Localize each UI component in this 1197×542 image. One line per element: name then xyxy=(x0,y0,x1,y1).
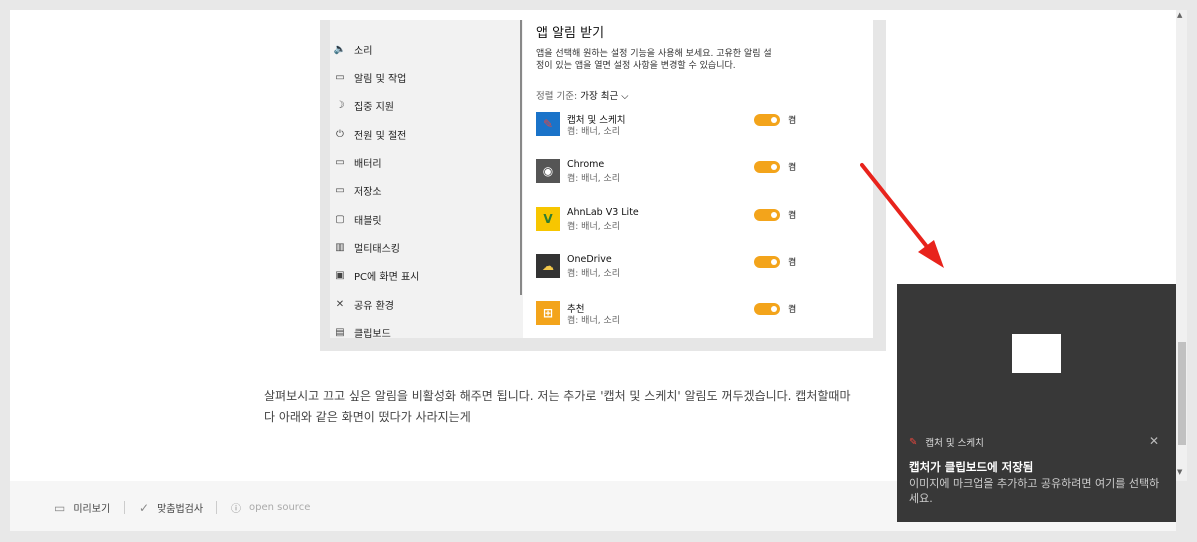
sidebar-item[interactable]: ▭ 배터리 xyxy=(330,152,382,172)
embedded-screenshot: 🔈 소리 ▭ 알림 및 작업 ☽ 집중 지원 ⏻ 전원 및 절전 ▭ 배터리 ▭ 저장소 ▢ 태블릿 ▥ 멀티… xyxy=(320,20,886,351)
sidebar-item[interactable]: ▢ 태블릿 xyxy=(330,209,382,229)
app-notification-summary: 켬: 배너, 소리 xyxy=(567,222,621,232)
toast-app-name: 캡처 및 스케치 xyxy=(925,438,984,449)
app-notification-row[interactable]: ☁ OneDrive 켬: 배너, 소리 켬 xyxy=(536,252,866,282)
sidebar-item[interactable]: ⏻ 전원 및 절전 xyxy=(330,124,406,144)
sidebar-item-label: 집중 지원 xyxy=(354,101,394,113)
sort-value[interactable]: 가장 최근 ⌵ xyxy=(580,91,628,102)
sidebar-item-label: 클립보드 xyxy=(354,328,391,340)
bottom-bar-divider xyxy=(124,501,125,514)
toggle-state-label: 켬 xyxy=(788,258,797,268)
sidebar-item[interactable]: ☽ 집중 지원 xyxy=(330,95,394,115)
spellcheck-label: 맞춤법검사 xyxy=(157,504,204,515)
onedrive-icon: ☁ xyxy=(536,254,560,278)
info-icon: ⓘ xyxy=(231,504,241,515)
toggle-state-label: 켬 xyxy=(788,116,797,126)
toast-app-header: ✎ 캡처 및 스케치 xyxy=(909,435,984,450)
sidebar-scrollbar xyxy=(520,20,522,295)
app-notification-summary: 켬: 배너, 소리 xyxy=(567,174,621,184)
toast-body: 이미지에 마크업을 추가하고 공유하려면 여기를 선택하세요. xyxy=(909,477,1160,505)
scroll-down-arrow-icon[interactable]: ▼ xyxy=(1177,468,1182,476)
project-icon: ▣ xyxy=(335,269,345,281)
article-text: 살펴보시고 끄고 싶은 알림을 비활성화 해주면 됩니다. 저는 추가로 '캡처… xyxy=(264,386,904,428)
notification-toggle[interactable] xyxy=(754,114,780,126)
chrome-icon: ◉ xyxy=(536,159,560,183)
suggested-icon: ⊞ xyxy=(536,301,560,325)
sidebar-item[interactable]: ▤ 클립보드 xyxy=(330,322,391,342)
sidebar-item[interactable]: ▭ 저장소 xyxy=(330,180,382,200)
notification-icon: ▭ xyxy=(335,71,345,83)
settings-sidebar: 🔈 소리 ▭ 알림 및 작업 ☽ 집중 지원 ⏻ 전원 및 절전 ▭ 배터리 ▭ 저장소 ▢ 태블릿 ▥ 멀티… xyxy=(330,20,512,340)
sort-control[interactable]: 정렬 기준: 가장 최근 ⌵ xyxy=(536,88,628,102)
app-notification-summary: 켬: 배너, 소리 xyxy=(567,269,621,279)
storage-icon: ▭ xyxy=(335,184,345,196)
sidebar-item[interactable]: ▥ 멀티태스킹 xyxy=(330,237,400,257)
sidebar-item-label: 배터리 xyxy=(354,158,382,170)
notification-toggle[interactable] xyxy=(754,209,780,221)
monitor-icon: ▭ xyxy=(54,500,66,515)
toggle-state-label: 켬 xyxy=(788,211,797,221)
app-notification-row[interactable]: ⊞ 추천 켬: 배너, 소리 켬 xyxy=(536,299,866,329)
toast-title: 캡처가 클립보드에 저장됨 xyxy=(909,460,1034,474)
app-name: Chrome xyxy=(567,159,605,170)
notification-toggle[interactable] xyxy=(754,303,780,315)
toast-notification[interactable]: ✎ 캡처 및 스케치 ✕ 캡처가 클립보드에 저장됨 이미지에 마크업을 추가하… xyxy=(897,284,1176,522)
sidebar-item-label: PC에 화면 표시 xyxy=(354,271,420,283)
panel-description: 앱을 선택해 원하는 설정 기능을 사용해 보세요. 고유한 알림 설정이 있는… xyxy=(536,49,772,71)
sidebar-item-label: 저장소 xyxy=(354,186,382,198)
open-source-label: open source xyxy=(249,502,311,513)
sidebar-item[interactable]: ▣ PC에 화면 표시 xyxy=(330,265,419,285)
bottom-bar-divider xyxy=(216,501,217,514)
scrollbar-thumb[interactable] xyxy=(1178,342,1186,445)
notification-toggle[interactable] xyxy=(754,256,780,268)
sidebar-item[interactable]: ✕ 공유 환경 xyxy=(330,294,394,314)
app-name: AhnLab V3 Lite xyxy=(567,207,639,218)
power-icon: ⏻ xyxy=(336,128,344,140)
snip-sketch-icon: ✎ xyxy=(536,112,560,136)
tablet-icon: ▢ xyxy=(335,213,345,225)
sidebar-item[interactable]: 🔈 소리 xyxy=(330,39,373,59)
sidebar-item-label: 전원 및 절전 xyxy=(354,130,407,142)
app-notification-row[interactable]: ✎ 캡처 및 스케치 켬: 배너, 소리 켬 xyxy=(536,110,866,140)
scroll-up-arrow-icon[interactable]: ▲ xyxy=(1177,11,1182,19)
sidebar-item[interactable]: ▭ 알림 및 작업 xyxy=(330,67,406,87)
sidebar-item-label: 소리 xyxy=(354,45,373,57)
settings-window: 🔈 소리 ▭ 알림 및 작업 ☽ 집중 지원 ⏻ 전원 및 절전 ▭ 배터리 ▭ 저장소 ▢ 태블릿 ▥ 멀티… xyxy=(330,20,873,340)
open-source-link[interactable]: ⓘ open source xyxy=(231,500,310,515)
app-notification-row[interactable]: V AhnLab V3 Lite 켬: 배너, 소리 켬 xyxy=(536,205,866,235)
ahnlab-icon: V xyxy=(536,207,560,231)
multitasking-icon: ▥ xyxy=(335,241,345,253)
app-notification-row[interactable]: ◉ Chrome 켬: 배너, 소리 켬 xyxy=(536,157,866,187)
sidebar-item-label: 공유 환경 xyxy=(354,300,394,312)
sidebar-item-label: 알림 및 작업 xyxy=(354,73,407,85)
sort-label: 정렬 기준: xyxy=(536,91,578,102)
capture-preview-thumbnail[interactable] xyxy=(1012,334,1061,373)
snip-sketch-icon: ✎ xyxy=(909,436,918,448)
toggle-state-label: 켬 xyxy=(788,163,797,173)
article-line: 살펴보시고 끄고 싶은 알림을 비활성화 해주면 됩니다. 저는 추가로 '캡처… xyxy=(264,389,851,403)
preview-button[interactable]: ▭ 미리보기 xyxy=(54,500,111,516)
app-name: OneDrive xyxy=(567,254,612,265)
close-icon[interactable]: ✕ xyxy=(1149,434,1159,448)
panel-title: 앱 알림 받기 xyxy=(536,26,605,41)
battery-icon: ▭ xyxy=(335,156,345,168)
app-notification-summary: 켬: 배너, 소리 xyxy=(567,127,621,137)
article-line: 다 아래와 같은 화면이 떴다가 사라지는게 xyxy=(264,410,471,424)
notification-toggle[interactable] xyxy=(754,161,780,173)
preview-label: 미리보기 xyxy=(73,504,111,515)
red-arrow-annotation xyxy=(860,163,944,268)
notifications-panel: 앱 알림 받기 앱을 선택해 원하는 설정 기능을 사용해 보세요. 고유한 알… xyxy=(523,20,873,338)
moon-icon: ☽ xyxy=(335,99,345,111)
spellcheck-icon: ✓ xyxy=(139,500,150,515)
spellcheck-button[interactable]: ✓ 맞춤법검사 xyxy=(139,500,204,516)
speaker-icon: 🔈 xyxy=(333,43,347,55)
sidebar-item-label: 멀티태스킹 xyxy=(354,243,400,255)
shared-icon: ✕ xyxy=(335,298,345,310)
clipboard-icon: ▤ xyxy=(335,326,345,338)
toggle-state-label: 켬 xyxy=(788,305,797,315)
app-notification-summary: 켬: 배너, 소리 xyxy=(567,316,621,326)
sidebar-item-label: 태블릿 xyxy=(354,215,382,227)
